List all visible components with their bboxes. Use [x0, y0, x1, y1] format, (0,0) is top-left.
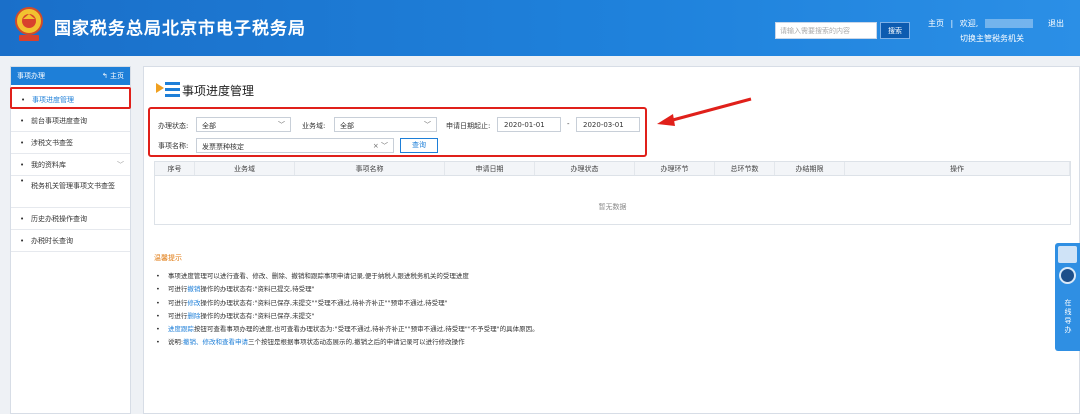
welcome-text: 欢迎, — [959, 19, 979, 28]
chevron-down-icon: ﹀ — [278, 121, 285, 129]
date-separator: - — [567, 120, 570, 128]
sidebar-item-org-docs[interactable]: 税务机关管理事项文书查签 — [11, 176, 130, 208]
sidebar-home-link[interactable]: ↰ 主页 — [102, 67, 124, 85]
biz-label: 业务域: — [302, 122, 326, 130]
home-link[interactable]: 主页 — [928, 19, 944, 28]
status-label: 办理状态: — [158, 122, 189, 130]
switch-org-link[interactable]: 切换主管税务机关 — [960, 33, 1024, 44]
table-column-header: 办结期限 — [775, 162, 845, 175]
tip-text: 操作的办理状态有:"资料已保存,未提交" — [200, 311, 315, 320]
tip-text: 可进行 — [167, 311, 188, 320]
site-title: 国家税务总局北京市电子税务局 — [54, 19, 306, 39]
tip-line: 进度跟踪按钮可查看事项办理的进度,也可查看办理状态为:"受理不通过,待补齐补正"… — [156, 323, 539, 336]
tip-line: 可进行撤销操作的办理状态有:"资料已提交,待受理" — [156, 283, 539, 296]
list-icon — [156, 82, 180, 97]
sidebar-item-tax-docs[interactable]: 涉税文书查签 — [11, 132, 130, 154]
date-to-input[interactable]: 2020-03-01 — [576, 117, 640, 132]
status-select[interactable]: 全部 ﹀ — [196, 117, 291, 132]
sidebar: 事项办理 ↰ 主页 事项进度管理 前台事项进度查询 涉税文书查签 我的资料库﹀ … — [10, 66, 131, 414]
clear-chevron-icon: × ﹀ — [372, 142, 388, 150]
tip-keyword: 修改 — [187, 298, 201, 307]
tip-text: 操作的办理状态有:"资料已保存,未提交""受理不通过,待补齐补正""预审不通过,… — [200, 298, 448, 307]
guide-avatar-icon — [1058, 246, 1077, 263]
filter-panel: 办理状态: 全部 ﹀ 业务域: 全部 ﹀ 申请日期起止: 2020-01-01 - … — [148, 107, 647, 157]
main-panel: 事项进度管理 办理状态: 全部 ﹀ 业务域: 全部 ﹀ 申请日期起止: 2020-0… — [143, 66, 1080, 414]
annotation-arrow — [657, 97, 752, 126]
page-title: 事项进度管理 — [156, 81, 254, 99]
empty-text: 暂无数据 — [598, 203, 627, 211]
tip-text: 可进行 — [167, 285, 188, 294]
online-guide-widget[interactable]: 在线导办 — [1055, 243, 1080, 351]
sidebar-header: 事项办理 ↰ 主页 — [11, 67, 130, 85]
item-label: 事项名称: — [158, 142, 189, 150]
tip-text: 可进行 — [167, 298, 188, 307]
guide-label: 在线导办 — [1064, 299, 1072, 334]
table-column-header: 办理状态 — [535, 162, 635, 175]
date-from-input[interactable]: 2020-01-01 — [497, 117, 561, 132]
tip-text: 按钮可查看事项办理的进度,也可查看办理状态为:"受理不通过,待补齐补正""预审不… — [193, 325, 539, 334]
item-select[interactable]: 发票票种核定 × ﹀ — [196, 138, 394, 153]
result-table: 序号 业务域 事项名称 申请日期 办理状态 办理环节 总环节数 办结期限 操作 暂无数据 — [154, 161, 1071, 225]
chevron-down-icon: ﹀ — [117, 161, 124, 169]
tip-line: 事项进度管理可以进行查看、修改、删除、撤销和跟踪事项申请记录,便于纳税人跟进税务… — [156, 270, 539, 283]
sidebar-item-front-query[interactable]: 前台事项进度查询 — [11, 110, 130, 132]
username-redacted — [984, 19, 1033, 28]
tip-text: 事项进度管理可以进行查看、修改、删除、撤销和跟踪事项申请记录,便于纳税人跟进税务… — [167, 272, 469, 280]
sidebar-item-my-library[interactable]: 我的资料库﹀ — [11, 154, 130, 176]
tip-text: 三个按钮是根据事项状态动态展示的,撤销之后的申请记录可以进行修改操作 — [248, 338, 465, 347]
table-column-header: 申请日期 — [445, 162, 535, 175]
table-column-header: 操作 — [845, 162, 1070, 175]
sidebar-item-duration[interactable]: 办税时长查询 — [11, 230, 130, 252]
sidebar-item-history[interactable]: 历史办税操作查询 — [11, 208, 130, 230]
top-header: 国家税务总局北京市电子税务局 请输入需要搜索的内容 搜索 主页 | 欢迎, 退出… — [0, 0, 1080, 56]
chevron-down-icon: ﹀ — [424, 121, 431, 129]
tip-text: 操作的办理状态有:"资料已提交,待受理" — [200, 285, 315, 294]
header-links: 主页 | 欢迎, — [928, 18, 1037, 29]
sidebar-item-progress[interactable]: 事项进度管理 — [10, 87, 131, 111]
query-button[interactable]: 查询 — [400, 138, 438, 153]
date-label: 申请日期起止: — [446, 122, 491, 130]
table-column-header: 序号 — [155, 162, 195, 175]
tip-keyword: 撤销、修改和查看申请 — [183, 338, 249, 347]
table-column-header: 办理环节 — [635, 162, 715, 175]
guide-face-icon — [1059, 267, 1076, 284]
tips-list: 事项进度管理可以进行查看、修改、删除、撤销和跟踪事项申请记录,便于纳税人跟进税务… — [156, 270, 539, 350]
logout-link[interactable]: 退出 — [1048, 18, 1064, 29]
tips-title: 温馨提示 — [154, 254, 182, 262]
search-input[interactable]: 请输入需要搜索的内容 — [775, 22, 877, 39]
tip-text: 说明: — [167, 338, 184, 347]
tip-line: 可进行修改操作的办理状态有:"资料已保存,未提交""受理不通过,待补齐补正""预… — [156, 297, 539, 310]
tip-keyword: 删除 — [187, 311, 201, 320]
search-button[interactable]: 搜索 — [880, 22, 910, 39]
tip-line: 说明:撤销、修改和查看申请三个按钮是根据事项状态动态展示的,撤销之后的申请记录可… — [156, 336, 539, 349]
national-emblem-icon — [15, 7, 43, 41]
tip-keyword: 撤销 — [187, 285, 201, 294]
table-column-header: 业务域 — [195, 162, 295, 175]
table-column-header: 总环节数 — [715, 162, 775, 175]
tip-line: 可进行删除操作的办理状态有:"资料已保存,未提交" — [156, 310, 539, 323]
back-arrow-icon: ↰ — [101, 72, 110, 80]
table-header: 序号 业务域 事项名称 申请日期 办理状态 办理环节 总环节数 办结期限 操作 — [155, 162, 1070, 176]
sidebar-title: 事项办理 — [17, 72, 45, 80]
table-column-header: 事项名称 — [295, 162, 445, 175]
biz-select[interactable]: 全部 ﹀ — [334, 117, 437, 132]
tip-keyword: 进度跟踪 — [167, 325, 194, 334]
